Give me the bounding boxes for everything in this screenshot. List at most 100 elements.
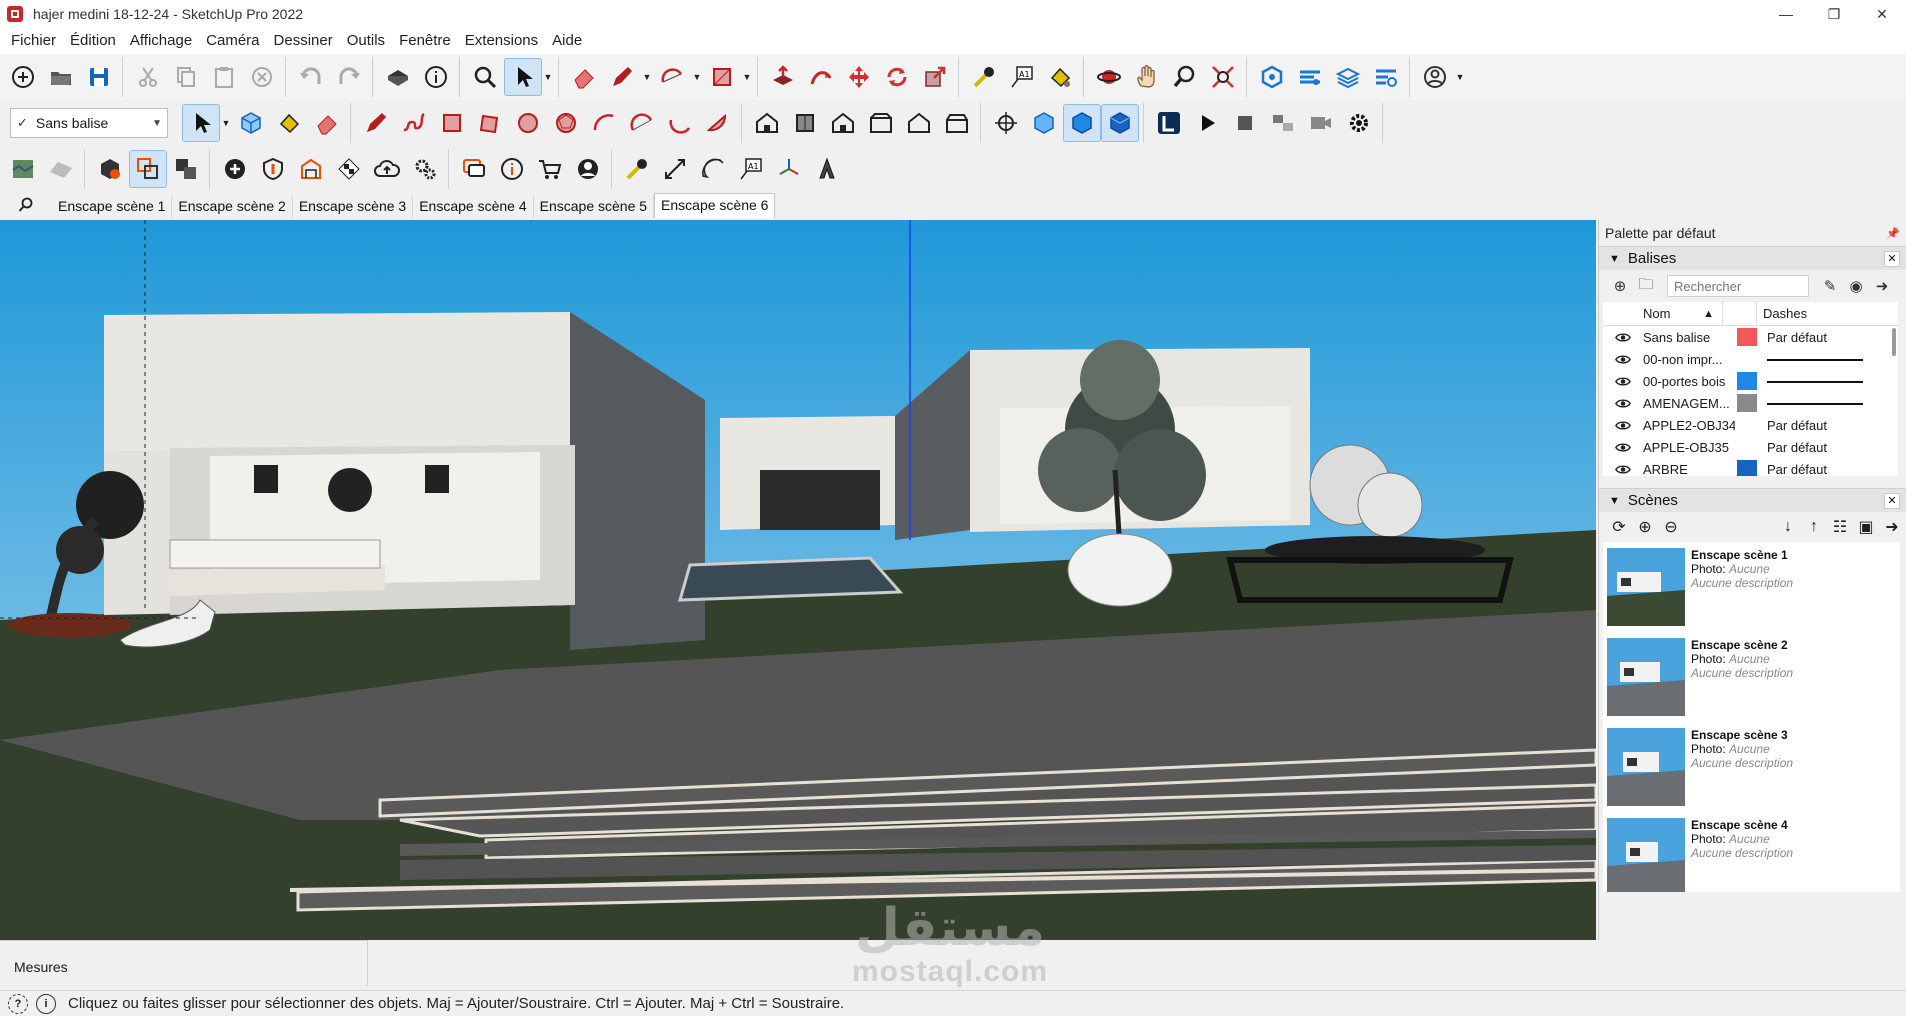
tag-color-swatch[interactable] xyxy=(1737,416,1757,434)
tab-enscape-scene-2[interactable]: Enscape scène 2 xyxy=(172,195,293,218)
shaded-textures-button[interactable] xyxy=(1101,104,1139,142)
back-view-button[interactable] xyxy=(900,104,938,142)
tags-close-icon[interactable]: ✕ xyxy=(1884,250,1900,267)
extension-settings-button[interactable] xyxy=(406,150,444,188)
scene-details-icon[interactable]: ▣ xyxy=(1854,515,1878,539)
enscape-settings-button[interactable] xyxy=(1340,104,1378,142)
menu-fichier[interactable]: Fichier xyxy=(4,28,63,54)
layout-send-button[interactable] xyxy=(1329,58,1367,96)
store-button[interactable] xyxy=(531,150,569,188)
cloud-upload-button[interactable] xyxy=(368,150,406,188)
arc-tool-button[interactable] xyxy=(653,58,691,96)
solid-inspector-button[interactable] xyxy=(91,150,129,188)
paint-bucket-2-button[interactable] xyxy=(270,104,308,142)
erase-selection-button[interactable] xyxy=(243,58,281,96)
tag-dash[interactable] xyxy=(1767,401,1863,405)
orbit-button[interactable] xyxy=(1090,58,1128,96)
tab-enscape-scene-3[interactable]: Enscape scène 3 xyxy=(293,195,414,218)
redo-button[interactable] xyxy=(330,58,368,96)
rectangle-2-button[interactable] xyxy=(433,104,471,142)
select-tool-button[interactable] xyxy=(504,58,542,96)
model-viewport[interactable] xyxy=(0,220,1596,940)
menu-edition[interactable]: Édition xyxy=(63,28,123,54)
dashes-column-header[interactable]: Dashes xyxy=(1757,302,1807,326)
tag-tool-icon[interactable]: ✎ xyxy=(1819,275,1841,297)
scene-list-item[interactable]: Enscape scène 2 Photo: Aucune Aucune descr… xyxy=(1603,632,1900,722)
rotated-rectangle-button[interactable] xyxy=(471,104,509,142)
menu-aide[interactable]: Aide xyxy=(545,28,589,54)
eye-icon[interactable] xyxy=(1603,420,1643,431)
view-options-icon[interactable]: ☷ xyxy=(1828,515,1852,539)
menu-outils[interactable]: Outils xyxy=(340,28,392,54)
right-view-button[interactable] xyxy=(862,104,900,142)
tag-dash[interactable] xyxy=(1767,357,1863,361)
polygon-button[interactable] xyxy=(547,104,585,142)
name-column-header[interactable]: Nom ▲ xyxy=(1603,302,1723,326)
extension-manager-button[interactable] xyxy=(1367,58,1405,96)
add-extension-button[interactable] xyxy=(216,150,254,188)
three-point-arc-button[interactable] xyxy=(661,104,699,142)
zoom-button[interactable] xyxy=(1166,58,1204,96)
menu-extensions[interactable]: Extensions xyxy=(458,28,545,54)
axes-button[interactable] xyxy=(770,150,808,188)
maximize-button[interactable]: ❐ xyxy=(1810,0,1858,28)
iso-view-button[interactable] xyxy=(748,104,786,142)
tag-color-swatch[interactable] xyxy=(1737,328,1757,346)
cut-button[interactable] xyxy=(129,58,167,96)
scenes-close-icon[interactable]: ✕ xyxy=(1884,492,1900,509)
menu-dessiner[interactable]: Dessiner xyxy=(267,28,340,54)
protractor-button[interactable] xyxy=(694,150,732,188)
tags-scrollbar[interactable] xyxy=(1892,328,1896,356)
menu-affichage[interactable]: Affichage xyxy=(123,28,199,54)
outer-shell-button[interactable] xyxy=(129,150,167,188)
zoom-extents-button[interactable] xyxy=(1204,58,1242,96)
menu-camera[interactable]: Caméra xyxy=(199,28,266,54)
circle-button[interactable] xyxy=(509,104,547,142)
open-file-button[interactable] xyxy=(42,58,80,96)
eye-icon[interactable] xyxy=(1603,442,1643,453)
account-button[interactable] xyxy=(1416,58,1454,96)
menu-fenetre[interactable]: Fenêtre xyxy=(392,28,458,54)
profile-button[interactable] xyxy=(569,150,607,188)
push-pull-button[interactable] xyxy=(764,58,802,96)
add-folder-icon[interactable]: 🗀 xyxy=(1635,275,1657,297)
freehand-button[interactable] xyxy=(395,104,433,142)
two-point-arc-button[interactable] xyxy=(623,104,661,142)
add-location-button[interactable] xyxy=(4,150,42,188)
xray-button[interactable] xyxy=(1025,104,1063,142)
print-button[interactable] xyxy=(379,58,417,96)
eraser-2-button[interactable] xyxy=(308,104,346,142)
solid-tools-button[interactable] xyxy=(167,150,205,188)
eye-icon[interactable] xyxy=(1603,354,1643,365)
account-dropdown-icon[interactable]: ▼ xyxy=(1454,58,1466,96)
tag-row[interactable]: ARBRE Par défaut xyxy=(1603,458,1898,476)
tape-measure-button[interactable] xyxy=(965,58,1003,96)
paint-bucket-button[interactable] xyxy=(1041,58,1079,96)
pin-icon[interactable]: 📌 xyxy=(1886,227,1900,240)
measures-box[interactable]: Mesures xyxy=(0,940,368,986)
tags-tray-header[interactable]: ▼ Balises ✕ xyxy=(1599,246,1906,270)
info-icon[interactable]: i xyxy=(36,993,56,1014)
scenes-tray-header[interactable]: ▼ Scènes ✕ xyxy=(1599,488,1906,512)
text-tool-button[interactable]: A1 xyxy=(1003,58,1041,96)
dimension-button[interactable] xyxy=(656,150,694,188)
color-by-tag-icon[interactable]: ◉ xyxy=(1845,275,1867,297)
scene-list-item[interactable]: Enscape scène 4 Photo: Aucune Aucune descr… xyxy=(1603,812,1900,892)
geolocation-icon[interactable]: ? xyxy=(8,993,28,1014)
model-info-button[interactable] xyxy=(417,58,455,96)
minimize-button[interactable]: — xyxy=(1762,0,1810,28)
move-scene-down-icon[interactable]: ↓ xyxy=(1776,515,1800,539)
close-button[interactable]: ✕ xyxy=(1858,0,1906,28)
camera-sync-button[interactable] xyxy=(1302,104,1340,142)
arc-dropdown-icon[interactable]: ▼ xyxy=(691,58,703,96)
3d-text-button[interactable] xyxy=(808,150,846,188)
position-camera-button[interactable] xyxy=(987,104,1025,142)
details-arrow-icon[interactable]: ➜ xyxy=(1871,275,1893,297)
tab-enscape-scene-4[interactable]: Enscape scène 4 xyxy=(413,195,534,218)
select-2-dropdown-icon[interactable]: ▼ xyxy=(220,104,232,142)
add-scene-icon[interactable]: ⊕ xyxy=(1633,515,1657,539)
tag-row[interactable]: APPLE2-OBJ34 Par défaut xyxy=(1603,414,1898,436)
tab-enscape-scene-5[interactable]: Enscape scène 5 xyxy=(534,195,655,218)
shaded-button[interactable] xyxy=(1063,104,1101,142)
make-component-button[interactable] xyxy=(232,104,270,142)
